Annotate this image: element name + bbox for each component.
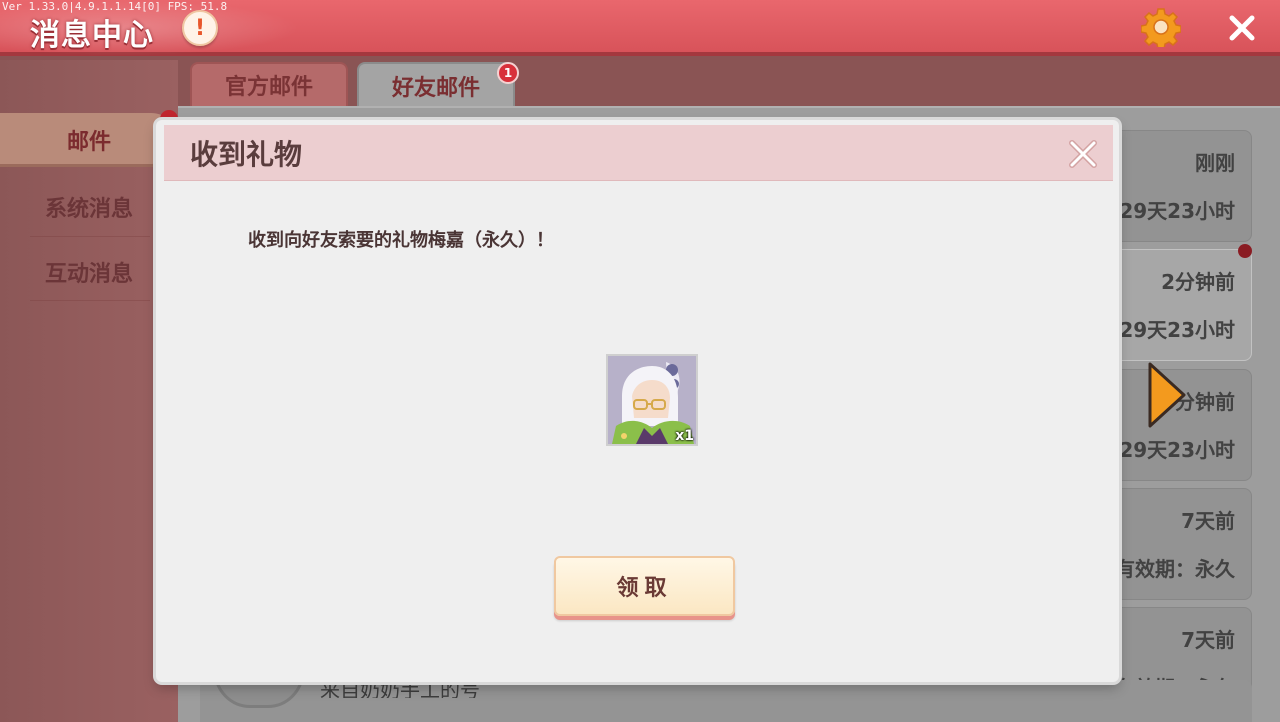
tab-official-mail[interactable]: 官方邮件 bbox=[190, 62, 348, 108]
dialog-message: 收到向好友索要的礼物梅嘉（永久）！ bbox=[248, 230, 554, 251]
mail-time: 刚刚 bbox=[1195, 151, 1235, 175]
sidebar-item-interactive-messages[interactable]: 互动消息 bbox=[0, 245, 178, 299]
sidebar-item-label: 邮件 bbox=[66, 130, 111, 155]
gift-quantity: x1 bbox=[675, 428, 694, 444]
mail-expiry: 29天23小时 bbox=[1119, 199, 1235, 223]
mail-expiry: 29天23小时 bbox=[1119, 318, 1235, 342]
page-title: 消息中心 bbox=[30, 18, 154, 53]
mail-time: 7天前 bbox=[1181, 509, 1235, 533]
gift-item-icon[interactable]: x1 bbox=[606, 354, 698, 446]
mail-expiry: 有效期：永久 bbox=[1115, 557, 1235, 581]
sidebar-item-system-messages[interactable]: 系统消息 bbox=[0, 180, 178, 234]
next-arrow-icon[interactable] bbox=[1144, 360, 1188, 430]
mail-time: 7天前 bbox=[1181, 628, 1235, 652]
gear-icon bbox=[1141, 8, 1181, 47]
mail-time: 2分钟前 bbox=[1161, 270, 1235, 294]
exclamation-icon: ! bbox=[194, 15, 206, 41]
unread-dot bbox=[1238, 244, 1252, 258]
close-icon bbox=[1069, 140, 1097, 168]
dialog-header: 收到礼物 bbox=[164, 125, 1113, 181]
gift-received-dialog: 收到礼物 收到向好友索要的礼物梅嘉（永久）！ x1 领取 bbox=[156, 120, 1119, 682]
tab-label: 官方邮件 bbox=[224, 75, 313, 100]
mail-expiry: 29天23小时 bbox=[1119, 438, 1235, 462]
divider bbox=[30, 300, 150, 301]
divider bbox=[30, 236, 150, 237]
top-bar: Ver 1.33.0|4.9.1.1.14[0] FPS: 51.8 消息中心 … bbox=[0, 0, 1280, 56]
tab-friend-mail[interactable]: 好友邮件 bbox=[357, 62, 515, 108]
sidebar-item-mail[interactable]: 邮件 bbox=[0, 113, 178, 167]
tab-label: 好友邮件 bbox=[391, 76, 480, 101]
tab-badge: 1 bbox=[497, 62, 519, 84]
settings-button[interactable] bbox=[1140, 6, 1182, 48]
sidebar-item-label: 系统消息 bbox=[44, 197, 133, 222]
dialog-title: 收到礼物 bbox=[190, 138, 303, 171]
dialog-close-button[interactable] bbox=[1066, 137, 1100, 171]
sidebar-item-label: 互动消息 bbox=[44, 262, 133, 287]
close-icon bbox=[1229, 15, 1255, 41]
info-button[interactable]: ! bbox=[182, 10, 218, 46]
close-button[interactable] bbox=[1224, 10, 1260, 46]
claim-button[interactable]: 领取 bbox=[554, 556, 735, 616]
